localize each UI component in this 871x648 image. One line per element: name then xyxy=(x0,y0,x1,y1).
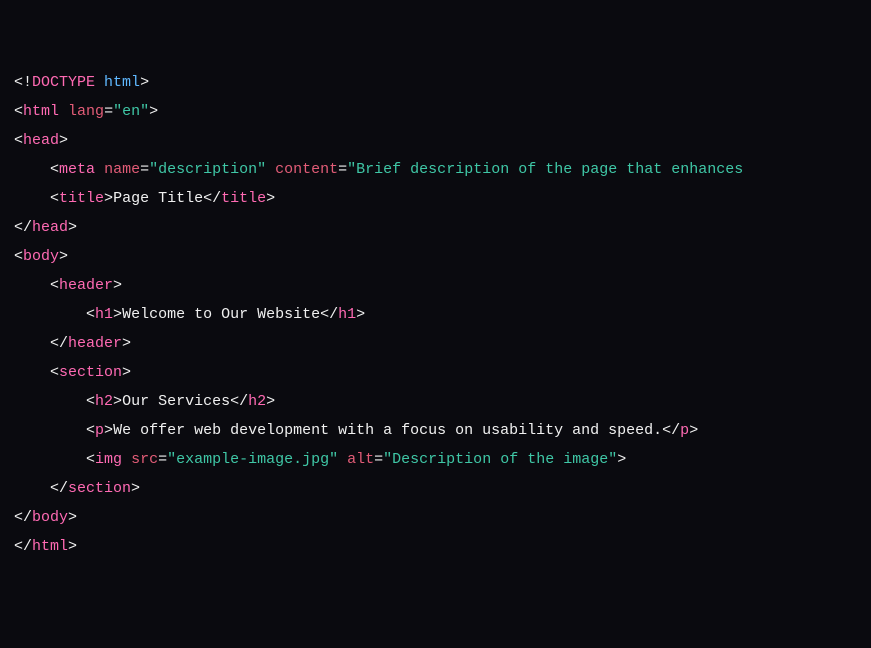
equals: = xyxy=(140,161,149,178)
punct: > xyxy=(68,219,77,236)
indent xyxy=(14,306,86,323)
punct: </ xyxy=(14,219,32,236)
punct: < xyxy=(14,103,23,120)
val-en: "en" xyxy=(113,103,149,120)
code-block: <!DOCTYPE html> <html lang="en"> <head> … xyxy=(14,68,857,561)
tag-p-close: p xyxy=(680,422,689,439)
punct: < xyxy=(50,161,59,178)
punct: < xyxy=(86,422,95,439)
attr-content: content xyxy=(275,161,338,178)
tag-h1: h1 xyxy=(95,306,113,323)
indent xyxy=(14,364,50,381)
indent xyxy=(14,190,50,207)
tag-body: body xyxy=(23,248,59,265)
doctype-html: html xyxy=(104,74,140,91)
punct: </ xyxy=(50,480,68,497)
punct: </ xyxy=(14,538,32,555)
tag-h2: h2 xyxy=(95,393,113,410)
indent xyxy=(14,335,50,352)
punct: > xyxy=(131,480,140,497)
punct: > xyxy=(266,190,275,207)
attr-name: name xyxy=(104,161,140,178)
tag-head-close: head xyxy=(32,219,68,236)
punct: </ xyxy=(14,509,32,526)
punct: < xyxy=(50,364,59,381)
punct: < xyxy=(86,393,95,410)
tag-section-close: section xyxy=(68,480,131,497)
space xyxy=(59,103,68,120)
attr-src: src xyxy=(131,451,158,468)
tag-section: section xyxy=(59,364,122,381)
tag-html-close: html xyxy=(32,538,68,555)
indent xyxy=(14,277,50,294)
punct: > xyxy=(122,364,131,381)
tag-h2-close: h2 xyxy=(248,393,266,410)
tag-header: header xyxy=(59,277,113,294)
punct: < xyxy=(14,248,23,265)
text-p: We offer web development with a focus on… xyxy=(113,422,662,439)
punct: > xyxy=(59,248,68,265)
punct: </ xyxy=(662,422,680,439)
tag-img: img xyxy=(95,451,122,468)
punct: > xyxy=(266,393,275,410)
punct: > xyxy=(113,393,122,410)
tag-title-close: title xyxy=(221,190,266,207)
punct: > xyxy=(113,306,122,323)
punct: > xyxy=(122,335,131,352)
tag-title: title xyxy=(59,190,104,207)
text-h2: Our Services xyxy=(122,393,230,410)
punct: <! xyxy=(14,74,32,91)
indent xyxy=(14,480,50,497)
space xyxy=(266,161,275,178)
punct: </ xyxy=(50,335,68,352)
punct: </ xyxy=(320,306,338,323)
val-alt: "Description of the image" xyxy=(383,451,617,468)
tag-meta: meta xyxy=(59,161,95,178)
tag-html: html xyxy=(23,103,59,120)
tag-body-close: body xyxy=(32,509,68,526)
punct: < xyxy=(86,451,95,468)
indent xyxy=(14,422,86,439)
punct: > xyxy=(59,132,68,149)
punct: > xyxy=(149,103,158,120)
tag-h1-close: h1 xyxy=(338,306,356,323)
punct: > xyxy=(689,422,698,439)
punct: > xyxy=(113,277,122,294)
indent xyxy=(14,393,86,410)
attr-alt: alt xyxy=(347,451,374,468)
indent xyxy=(14,161,50,178)
punct: > xyxy=(104,422,113,439)
space xyxy=(95,74,104,91)
punct: </ xyxy=(230,393,248,410)
punct: > xyxy=(104,190,113,207)
equals: = xyxy=(374,451,383,468)
tag-head: head xyxy=(23,132,59,149)
space xyxy=(95,161,104,178)
tag-p: p xyxy=(95,422,104,439)
tag-header-close: header xyxy=(68,335,122,352)
punct: > xyxy=(140,74,149,91)
space xyxy=(122,451,131,468)
val-content-text: "Brief description of the page that enha… xyxy=(347,161,752,178)
punct: > xyxy=(68,509,77,526)
punct: < xyxy=(50,277,59,294)
val-description: "description" xyxy=(149,161,266,178)
punct: < xyxy=(50,190,59,207)
equals: = xyxy=(158,451,167,468)
punct: > xyxy=(356,306,365,323)
indent xyxy=(14,451,86,468)
attr-lang: lang xyxy=(68,103,104,120)
punct: > xyxy=(68,538,77,555)
punct: < xyxy=(14,132,23,149)
punct: </ xyxy=(203,190,221,207)
equals: = xyxy=(104,103,113,120)
text-title: Page Title xyxy=(113,190,203,207)
space xyxy=(338,451,347,468)
punct: < xyxy=(86,306,95,323)
val-src: "example-image.jpg" xyxy=(167,451,338,468)
equals: = xyxy=(338,161,347,178)
doctype-keyword: DOCTYPE xyxy=(32,74,95,91)
text-h1: Welcome to Our Website xyxy=(122,306,320,323)
punct: > xyxy=(617,451,626,468)
